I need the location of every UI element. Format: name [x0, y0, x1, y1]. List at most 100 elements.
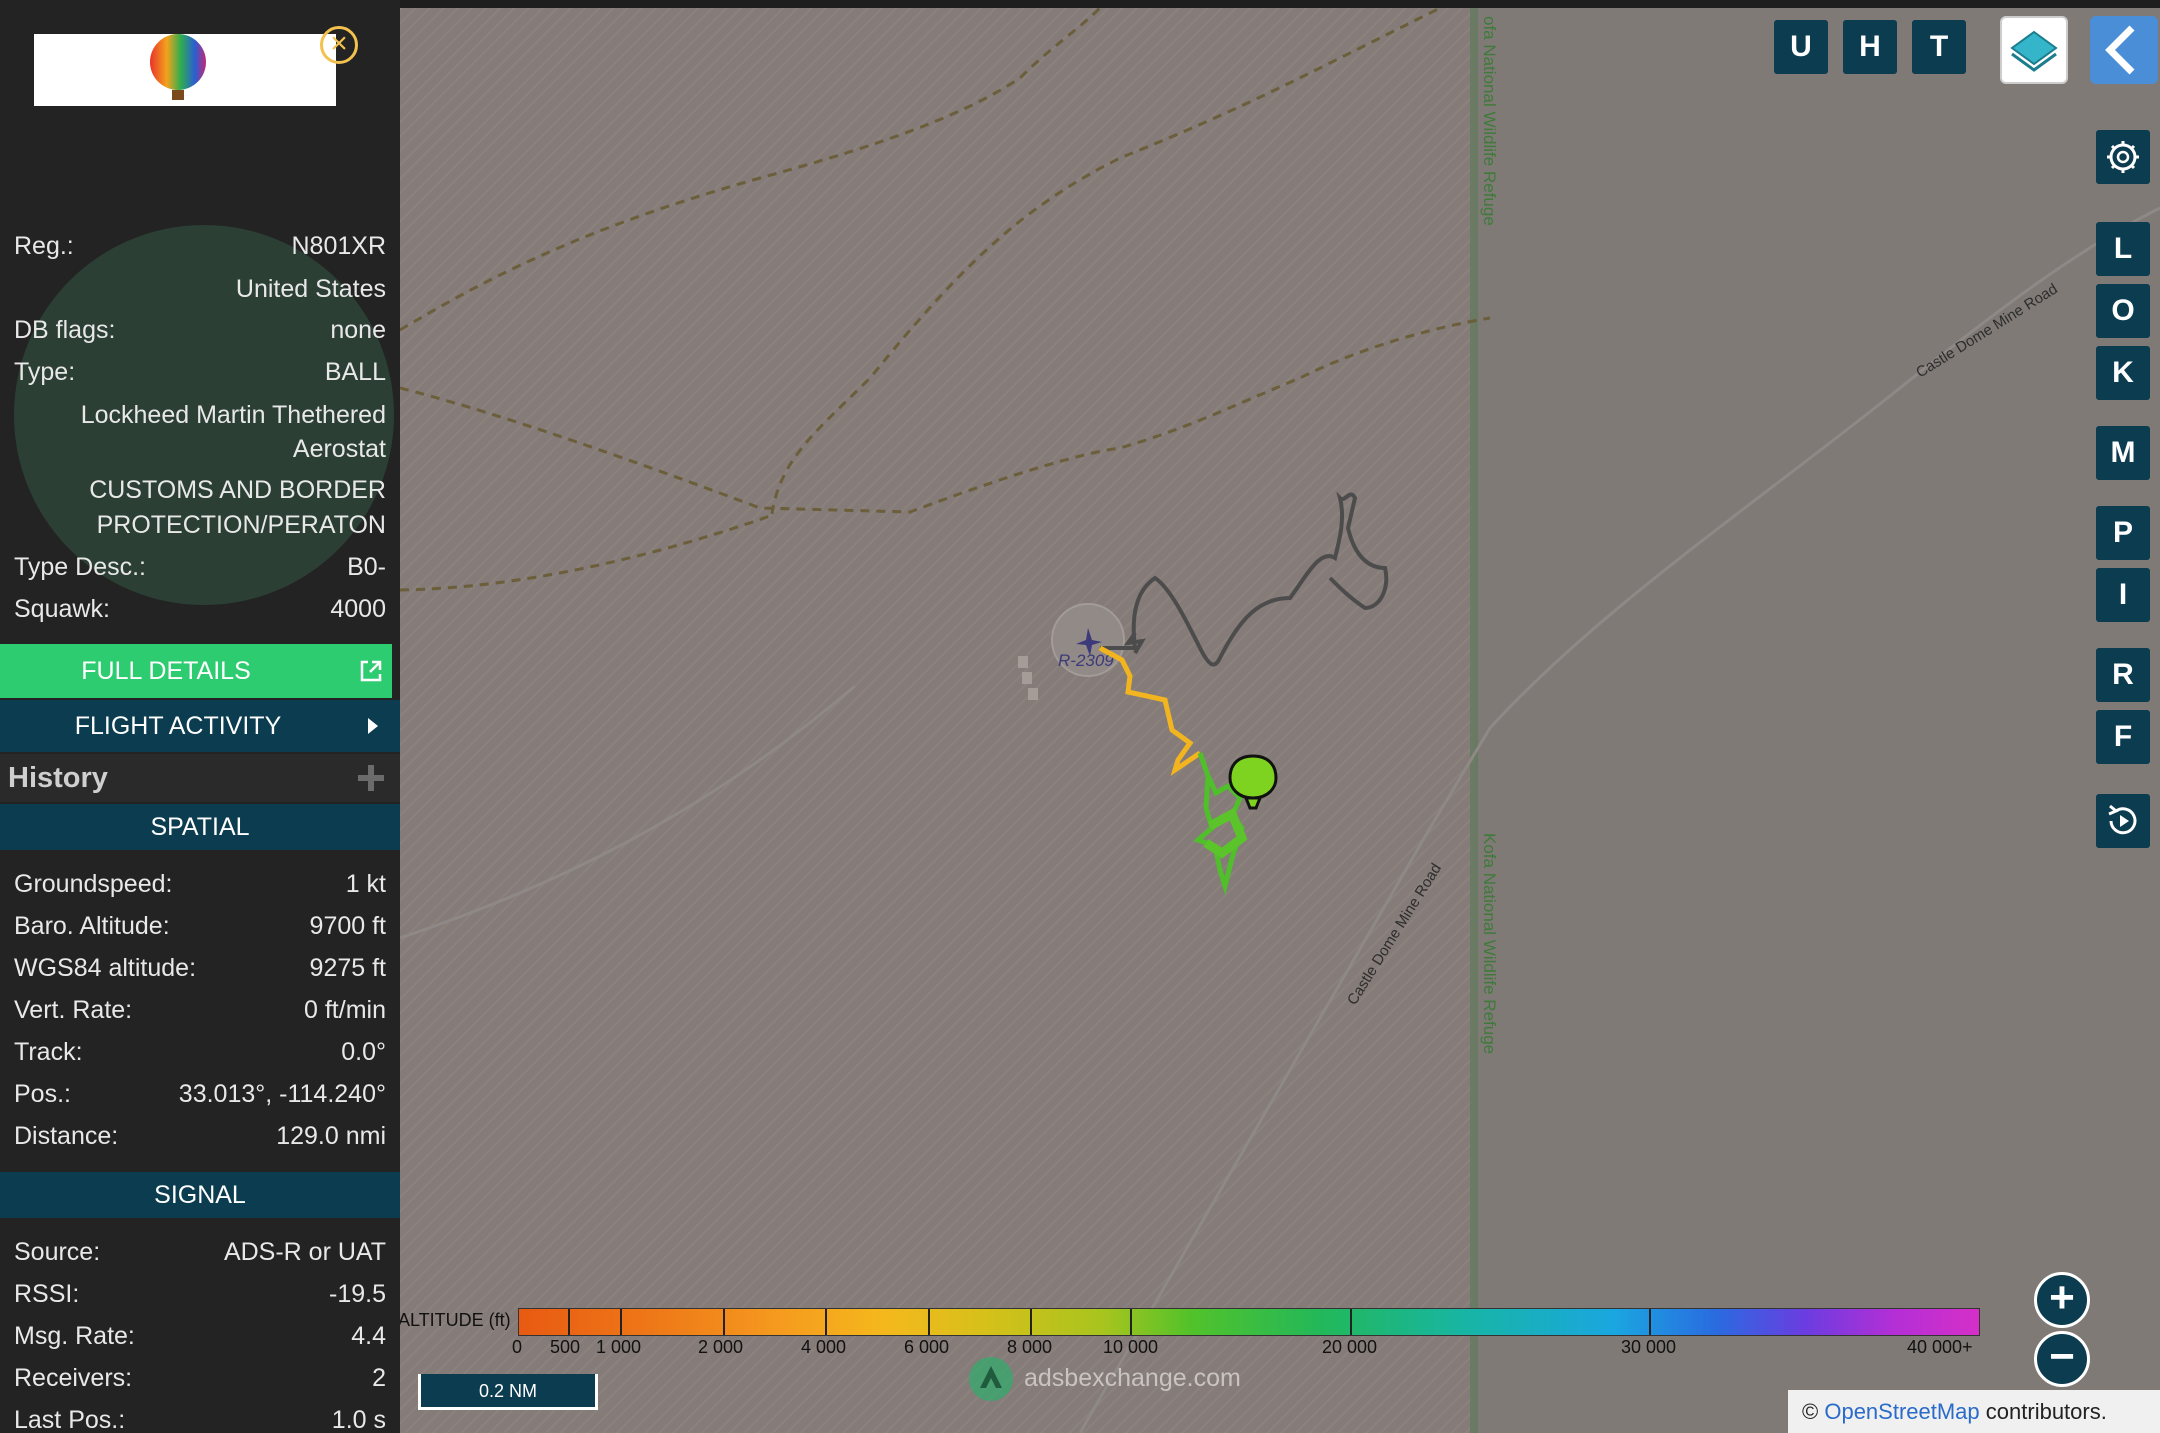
- spatial-label: Track:: [14, 1038, 83, 1066]
- balloon-icon: [150, 34, 206, 100]
- toggle-h-button[interactable]: H: [1843, 20, 1897, 74]
- spatial-label: WGS84 altitude:: [14, 954, 197, 982]
- signal-label: Source:: [14, 1238, 101, 1266]
- signal-label: Receivers:: [14, 1364, 133, 1392]
- altitude-tick: 4 000: [801, 1337, 847, 1357]
- spatial-label: Groundspeed:: [14, 870, 173, 898]
- spatial-value: 33.013°, -114.240°: [178, 1080, 386, 1108]
- full-details-button[interactable]: FULL DETAILS: [0, 644, 392, 698]
- altitude-tick: 6 000: [904, 1337, 950, 1357]
- settings-button[interactable]: [2096, 130, 2150, 184]
- dbflags-value: none: [330, 316, 386, 344]
- reg-label: Reg.:: [14, 232, 74, 260]
- external-link-icon: [360, 660, 382, 682]
- signal-value: 2: [372, 1364, 386, 1392]
- signal-label: Msg. Rate:: [14, 1322, 135, 1350]
- altitude-tick: 20 000: [1322, 1337, 1378, 1357]
- toggle-t-button[interactable]: T: [1912, 20, 1966, 74]
- map-attribution: © OpenStreetMap contributors.: [1788, 1390, 2160, 1433]
- altitude-tick: 30 000: [1621, 1337, 1677, 1357]
- altitude-tick: 500: [550, 1337, 581, 1357]
- refuge-label-lower: Kofa National Wildlife Refuge: [1480, 833, 1499, 1054]
- chevron-left-icon: [2105, 25, 2135, 75]
- toggle-p-button[interactable]: P: [2096, 506, 2150, 560]
- toggle-f-button[interactable]: F: [2096, 710, 2150, 764]
- scale-bar: 0.2 NM: [418, 1374, 598, 1410]
- type-name-line2: Aerostat: [292, 435, 386, 463]
- reg-value: N801XR: [291, 232, 387, 260]
- altitude-tick: 10 000: [1103, 1337, 1159, 1357]
- altitude-tick: 40 000+: [1907, 1337, 1973, 1357]
- restricted-area: [400, 8, 1475, 1433]
- spatial-value: 129.0 nmi: [276, 1122, 386, 1150]
- spatial-label: Baro. Altitude:: [14, 912, 170, 940]
- zoom-in-button[interactable]: +: [2034, 1272, 2090, 1328]
- altitude-tick: 8 000: [1007, 1337, 1053, 1357]
- altitude-tick: 0: [512, 1337, 523, 1357]
- signal-header: SIGNAL: [0, 1172, 400, 1218]
- signal-label: Last Pos.:: [14, 1406, 126, 1433]
- spatial-value: 0.0°: [341, 1038, 386, 1066]
- spatial-value: 9275 ft: [309, 954, 386, 982]
- type-value: BALL: [324, 358, 386, 386]
- refuge-boundary: [1470, 8, 1478, 1433]
- altitude-tick: 2 000: [698, 1337, 744, 1357]
- layers-button[interactable]: [2000, 16, 2068, 84]
- close-panel-button[interactable]: ×: [320, 26, 358, 64]
- altitude-tick: 1 000: [596, 1337, 642, 1357]
- zoom-out-button[interactable]: −: [2034, 1331, 2090, 1387]
- signal-value: ADS-R or UAT: [223, 1238, 386, 1266]
- spatial-value: 1 kt: [345, 870, 386, 898]
- map-canvas[interactable]: Castle Dome Mine Road Castle Dome Mine R…: [400, 8, 2160, 1433]
- flight-activity-button[interactable]: FLIGHT ACTIVITY: [0, 700, 400, 752]
- aircraft-info-panel: × Reg.: N801XR United States DB flags: n…: [0, 0, 400, 1433]
- refuge-label-upper: ofa National Wildlife Refuge: [1480, 16, 1499, 226]
- attribution-text: contributors.: [1985, 1399, 2107, 1424]
- type-name-line1: Lockheed Martin Thethered: [80, 401, 386, 429]
- map-view[interactable]: Castle Dome Mine Road Castle Dome Mine R…: [400, 8, 2160, 1433]
- typedesc-label: Type Desc.:: [14, 553, 146, 581]
- spatial-value: 9700 ft: [309, 912, 386, 940]
- altitude-color-bar: [518, 1308, 1980, 1336]
- full-details-label: FULL DETAILS: [81, 657, 251, 685]
- plus-icon: [358, 765, 384, 791]
- spatial-label: Vert. Rate:: [14, 996, 133, 1024]
- operator-line1: CUSTOMS AND BORDER: [89, 476, 386, 504]
- spatial-header: SPATIAL: [0, 804, 400, 850]
- osm-link[interactable]: OpenStreetMap: [1824, 1399, 1979, 1424]
- toggle-i-button[interactable]: I: [2096, 568, 2150, 622]
- history-label: History: [8, 762, 108, 794]
- spatial-label: Distance:: [14, 1122, 119, 1150]
- flight-activity-label: FLIGHT ACTIVITY: [74, 712, 282, 740]
- toggle-o-button[interactable]: O: [2096, 284, 2150, 338]
- toggle-u-button[interactable]: U: [1774, 20, 1828, 74]
- toggle-k-button[interactable]: K: [2096, 346, 2150, 400]
- aircraft-photo[interactable]: [34, 34, 336, 106]
- land-area: [1475, 8, 2160, 1433]
- signal-value: -19.5: [329, 1280, 386, 1308]
- gear-icon: [2107, 141, 2139, 173]
- toggle-l-button[interactable]: L: [2096, 222, 2150, 276]
- chevron-right-icon: [368, 718, 378, 734]
- operator-line2: PROTECTION/PERATON: [96, 511, 386, 539]
- altitude-legend-title: ALTITUDE (ft): [400, 1310, 511, 1330]
- squawk-value: 4000: [330, 595, 386, 623]
- collapse-sidebar-button[interactable]: [2090, 16, 2158, 84]
- replay-button[interactable]: [2096, 794, 2150, 848]
- typedesc-value: B0-: [347, 553, 386, 581]
- squawk-label: Squawk:: [14, 595, 110, 623]
- country: United States: [235, 275, 386, 303]
- signal-label: RSSI:: [14, 1280, 80, 1308]
- history-section[interactable]: History: [0, 754, 400, 802]
- signal-value: 1.0 s: [331, 1406, 386, 1433]
- toggle-r-button[interactable]: R: [2096, 648, 2150, 702]
- toggle-m-button[interactable]: M: [2096, 426, 2150, 480]
- dbflags-label: DB flags:: [14, 316, 116, 344]
- spatial-label: Pos.:: [14, 1080, 71, 1108]
- spatial-value: 0 ft/min: [304, 996, 386, 1024]
- replay-icon: [2108, 804, 2137, 835]
- brand-label: adsbexchange.com: [1024, 1364, 1241, 1392]
- top-strip: [400, 0, 2160, 8]
- signal-value: 4.4: [351, 1322, 386, 1350]
- adsbexchange-logo-icon: [969, 1357, 1013, 1401]
